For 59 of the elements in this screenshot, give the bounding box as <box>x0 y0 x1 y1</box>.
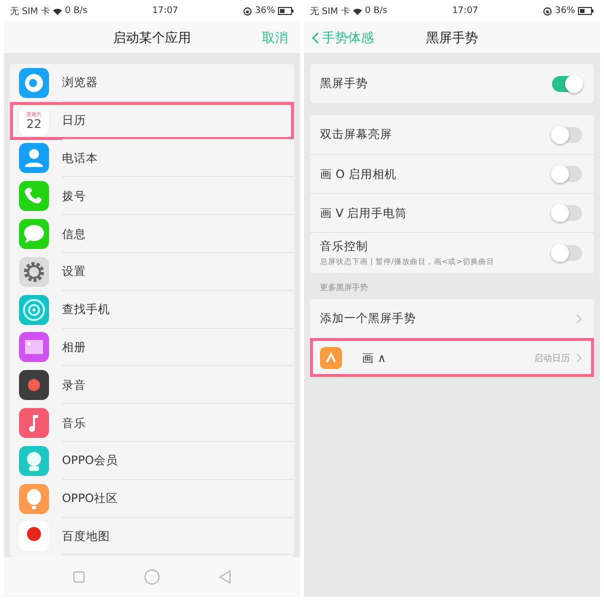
setting-label: 画 O 启用相机 <box>320 166 398 182</box>
browser-icon <box>19 68 49 98</box>
toggle-switch[interactable] <box>552 126 582 142</box>
setting-label: 双击屏幕亮屏 <box>320 127 393 142</box>
battery-icon <box>578 7 594 15</box>
wifi-icon <box>352 8 362 14</box>
robot-icon <box>19 446 49 476</box>
setting-label: 音乐控制 <box>320 239 369 254</box>
rotation-lock-icon <box>543 6 552 16</box>
screen-title: 黑屏手势 <box>426 30 478 46</box>
app-item[interactable]: 音乐 <box>10 404 294 442</box>
home-button[interactable] <box>144 569 160 585</box>
clock-time: 17:07 <box>152 6 178 16</box>
caret-icon <box>320 347 342 369</box>
wifi-icon <box>52 8 62 14</box>
app-item[interactable]: 设置 <box>10 252 294 291</box>
app-item[interactable]: 百度地图 <box>10 518 294 556</box>
app-item[interactable]: OPPO会员 <box>10 442 294 480</box>
record-icon <box>19 370 49 400</box>
chevron-icon <box>576 353 582 363</box>
app-item[interactable]: 相册 <box>10 328 294 366</box>
network-speed: 0 B/s <box>364 6 388 16</box>
battery-icon <box>278 7 294 15</box>
carrier-text: 无 SIM 卡 <box>10 6 50 18</box>
setting-label: 黑屏手势 <box>320 75 369 92</box>
gesture-item[interactable]: 画 ∧ 启动日历 <box>310 338 594 377</box>
phone-icon <box>19 181 49 212</box>
carrier-text: 无 SIM 卡 <box>310 6 350 18</box>
back-button[interactable] <box>218 570 231 584</box>
recent-apps-button[interactable] <box>73 571 86 583</box>
toggle-switch[interactable] <box>552 205 582 221</box>
toggle-switch[interactable] <box>552 166 582 182</box>
setting-label: 画 V 启用手电筒 <box>320 206 408 220</box>
app-item[interactable]: OPPO社区 <box>10 480 294 518</box>
chevron-icon <box>576 314 582 324</box>
toggle-switch[interactable] <box>552 76 582 92</box>
toggle-switch[interactable] <box>552 245 582 261</box>
gesture-item[interactable]: 添加一个黑屏手势 <box>310 299 594 338</box>
balloon-icon <box>19 484 49 514</box>
message-icon <box>19 219 49 250</box>
gear-icon <box>19 256 49 287</box>
clock-time: 17:07 <box>452 6 478 16</box>
app-item[interactable]: 录音 <box>10 366 294 404</box>
rotation-lock-icon <box>243 6 252 16</box>
app-item[interactable]: 拨号 <box>10 177 294 216</box>
section-header: 更多黑屏手势 <box>319 282 369 294</box>
network-speed: 0 B/s <box>64 6 88 16</box>
back-chevron-icon <box>312 32 319 44</box>
app-item[interactable]: 浏览器 <box>10 64 294 102</box>
battery-percent: 36% <box>255 6 276 16</box>
radar-icon <box>19 294 49 325</box>
music-note-icon <box>19 408 49 438</box>
gallery-icon <box>19 332 49 362</box>
app-item[interactable]: 查找手机 <box>10 290 294 329</box>
app-item[interactable]: 电话本 <box>10 140 294 178</box>
app-item[interactable]: 信息 <box>10 215 294 253</box>
contact-icon <box>19 143 49 174</box>
battery-percent: 36% <box>555 6 576 16</box>
screen-title: 启动某个应用 <box>113 30 191 46</box>
